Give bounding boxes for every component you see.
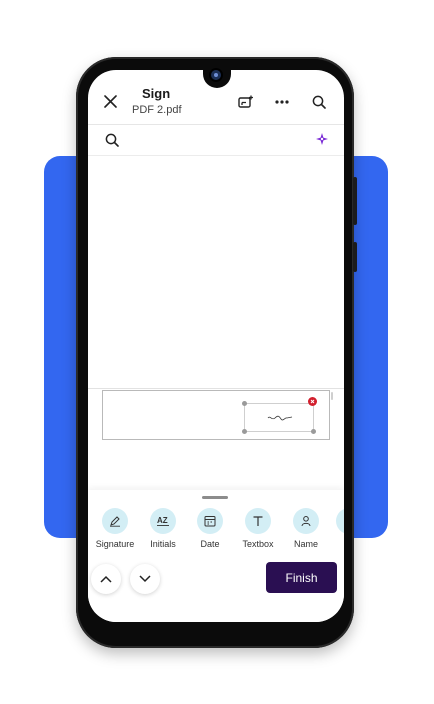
search-bar[interactable] bbox=[88, 125, 344, 155]
resize-handle[interactable] bbox=[242, 429, 247, 434]
search-icon bbox=[312, 95, 326, 109]
document-canvas[interactable]: Page 1 of 1 bbox=[88, 156, 344, 559]
person-icon bbox=[343, 515, 344, 527]
tools-sheet: Signature AZ Initials Date Textbox Name … bbox=[88, 490, 344, 622]
svg-text:AZ: AZ bbox=[157, 516, 168, 525]
delete-field-button[interactable] bbox=[308, 397, 317, 406]
scroll-indicator[interactable] bbox=[331, 392, 333, 400]
tool-label: Initials bbox=[150, 539, 176, 549]
tool-date[interactable]: Date bbox=[186, 508, 234, 549]
file-name: PDF 2.pdf bbox=[132, 104, 182, 116]
chevron-up-icon bbox=[100, 575, 112, 583]
sparkle-icon[interactable] bbox=[316, 133, 328, 145]
next-field-button[interactable] bbox=[130, 564, 160, 594]
previous-field-button[interactable] bbox=[91, 564, 121, 594]
person-icon bbox=[301, 516, 311, 527]
volume-button bbox=[353, 177, 357, 225]
tool-name[interactable]: Name bbox=[282, 508, 330, 549]
text-icon bbox=[253, 516, 263, 526]
app-screen: Sign PDF 2.pdf Signature AZ Initials Dat… bbox=[88, 70, 344, 622]
add-field-icon bbox=[238, 95, 253, 108]
tool-textbox[interactable]: Textbox bbox=[234, 508, 282, 549]
close-icon bbox=[310, 399, 315, 404]
power-button bbox=[353, 242, 357, 272]
tool-signature[interactable]: Signature bbox=[91, 508, 139, 549]
tool-label: Name bbox=[293, 539, 318, 549]
tool-label: Signature bbox=[95, 539, 135, 549]
tool-label: Textbox bbox=[242, 539, 274, 549]
signature-stroke bbox=[267, 415, 293, 421]
tool-first-name[interactable]: Fir bbox=[325, 508, 344, 549]
initials-icon: AZ bbox=[157, 516, 169, 526]
more-options-button[interactable] bbox=[267, 87, 297, 117]
chevron-down-icon bbox=[139, 575, 151, 583]
add-field-button[interactable] bbox=[231, 87, 261, 117]
signature-field[interactable] bbox=[244, 403, 314, 432]
tool-label: Date bbox=[200, 539, 220, 549]
resize-handle[interactable] bbox=[242, 401, 247, 406]
finish-button[interactable]: Finish bbox=[266, 562, 337, 593]
pen-icon bbox=[110, 516, 120, 527]
resize-handle[interactable] bbox=[311, 429, 316, 434]
page-title: Sign bbox=[142, 86, 171, 101]
close-icon bbox=[103, 94, 117, 108]
tool-label: Fir bbox=[325, 539, 345, 549]
search-icon[interactable] bbox=[105, 133, 119, 147]
camera-icon bbox=[209, 68, 223, 82]
sheet-grabber[interactable] bbox=[202, 496, 228, 499]
page-separator bbox=[88, 388, 344, 389]
tool-initials[interactable]: AZ Initials bbox=[139, 508, 187, 549]
calendar-icon bbox=[204, 516, 216, 527]
more-icon bbox=[275, 100, 289, 104]
header-search-button[interactable] bbox=[304, 87, 334, 117]
close-button[interactable] bbox=[95, 86, 125, 116]
